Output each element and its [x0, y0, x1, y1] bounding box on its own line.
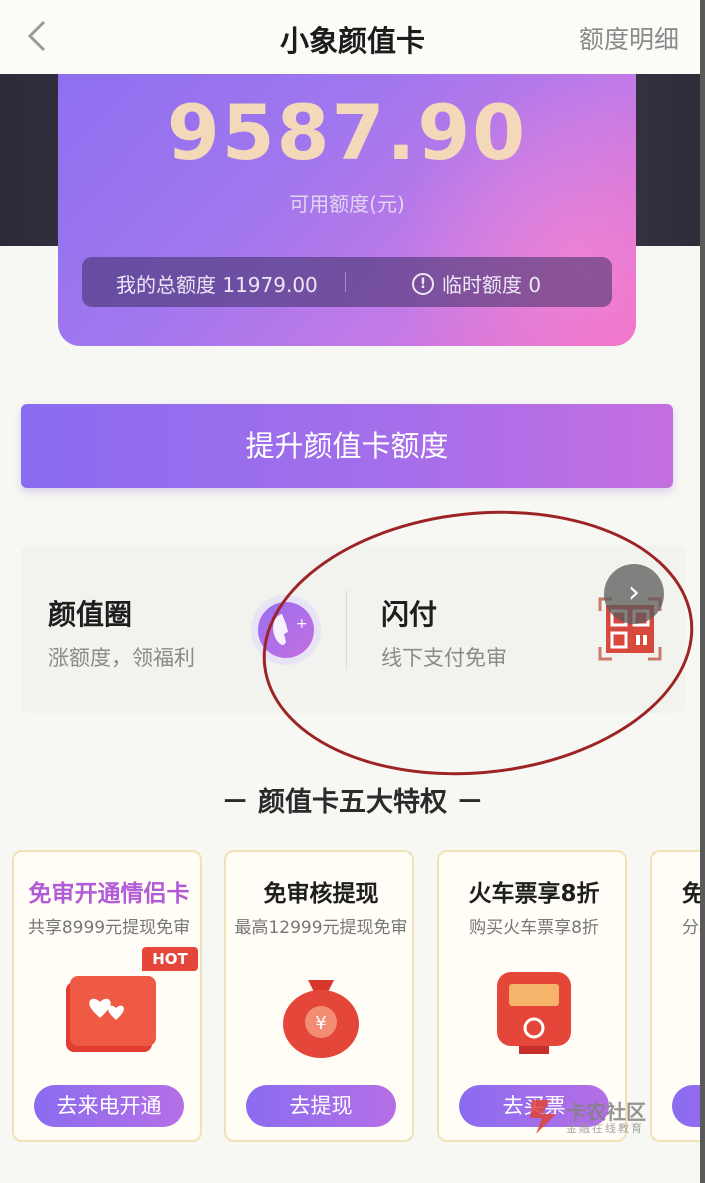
total-limit: 我的总额度 11979.00 [116, 273, 318, 297]
feature-panel: 颜值圈 涨额度，领福利 + 闪付 线下支付免审 [21, 545, 685, 713]
privilege-subtitle: 最高12999元提现免审 [234, 918, 408, 938]
open-couple-card-button[interactable]: 去来电开通 [34, 1085, 184, 1127]
screen-edge [700, 0, 705, 1183]
top-nav: 小象颜值卡 额度明细 [0, 0, 705, 74]
privilege-subtitle: 分期 [682, 918, 705, 938]
info-circle-icon: ! [412, 272, 434, 295]
privilege-title: 免 [682, 881, 705, 907]
temp-limit[interactable]: ! 临时额度 0 [412, 269, 541, 298]
privileges-section-title: － 颜值卡五大特权 － [221, 787, 484, 818]
limit-detail-link[interactable]: 额度明细 [579, 20, 679, 56]
feature-divider [346, 590, 347, 670]
info-divider [345, 272, 346, 292]
privilege-title: 免审核提现 [263, 881, 379, 907]
privilege-card-couple[interactable]: 免审开通情侣卡 共享8999元提现免审 HOT 去来电开通 [12, 850, 202, 1142]
privilege-subtitle: 共享8999元提现免审 [27, 918, 191, 938]
privilege-card-withdraw[interactable]: 免审核提现 最高12999元提现免审 ¥ 去提现 [224, 850, 414, 1142]
feature-circle-title: 颜值圈 [48, 598, 133, 631]
svg-text:¥: ¥ [315, 1013, 326, 1034]
available-amount: 9587.90 [166, 88, 528, 177]
train-icon [497, 972, 571, 1054]
svg-text:+: + [296, 616, 308, 632]
chevron-right-icon[interactable]: › [604, 564, 664, 624]
raise-limit-button[interactable]: 提升颜值卡额度 [21, 404, 673, 488]
feature-flash-pay-subtitle: 线下支付免审 [381, 646, 507, 670]
couple-card-icon [66, 976, 156, 1052]
face-circle-icon: + [251, 595, 321, 665]
temp-limit-label: 临时额度 0 [442, 273, 542, 297]
privilege-title: 火车票享8折 [468, 881, 600, 907]
page: 小象颜值卡 额度明细 9587.90 可用额度(元) 我的总额度 11979.0… [0, 0, 705, 1183]
money-bag-icon: ¥ [283, 980, 359, 1058]
credit-card: 9587.90 可用额度(元) 我的总额度 11979.00 ! 临时额度 0 [58, 74, 636, 346]
privilege-subtitle: 购买火车票享8折 [469, 918, 599, 938]
feature-circle-subtitle: 涨额度，领福利 [48, 646, 195, 670]
watermark-subtext: 金融在线教育 [566, 1122, 644, 1135]
privilege-title: 免审开通情侣卡 [28, 881, 190, 907]
feature-flash-pay-title: 闪付 [381, 598, 438, 631]
available-amount-label: 可用额度(元) [289, 192, 405, 216]
limit-info-bar: 我的总额度 11979.00 ! 临时额度 0 [82, 257, 612, 307]
withdraw-button[interactable]: 去提现 [246, 1085, 396, 1127]
feature-circle[interactable]: 颜值圈 涨额度，领福利 + [21, 545, 346, 713]
